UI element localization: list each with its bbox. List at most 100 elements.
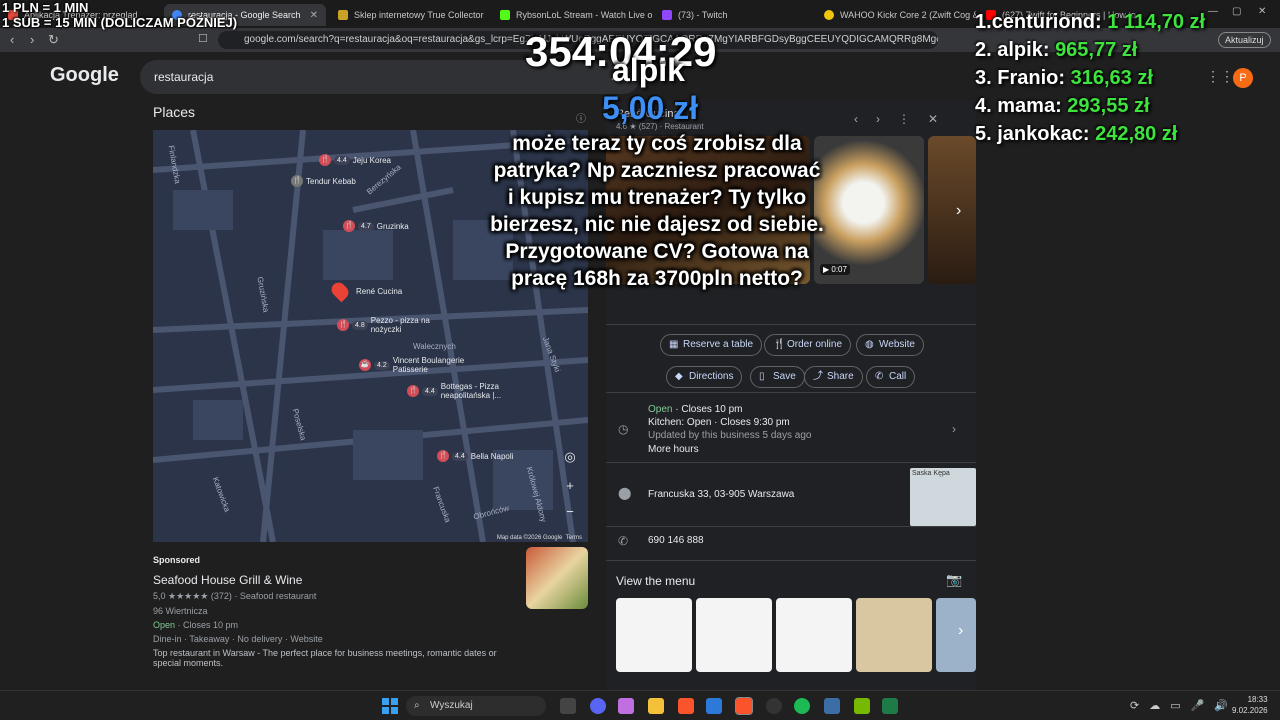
copilot-icon[interactable]	[618, 698, 634, 714]
back-icon[interactable]: ‹	[10, 32, 14, 47]
website-button[interactable]: ◍ Website	[856, 334, 924, 356]
volume-icon[interactable]: 🔊	[1214, 699, 1228, 712]
map-place-pezzo[interactable]: 🍴 4.8 Pezzo - pizza na nożyczki	[337, 316, 451, 334]
menu-photo[interactable]	[696, 598, 772, 672]
map-place-bottegas[interactable]: 🍴 4.4 Bottegas - Pizza neapolitańska |...	[407, 382, 531, 400]
task-view-icon[interactable]	[560, 698, 576, 714]
terms-link[interactable]: Terms	[566, 535, 582, 541]
tray-display-icon[interactable]: ▭	[1170, 699, 1180, 712]
brave-icon[interactable]	[678, 698, 694, 714]
info-icon[interactable]: ⓘ	[576, 110, 586, 125]
file-explorer-icon[interactable]	[648, 698, 664, 714]
menu-photo[interactable]	[856, 598, 932, 672]
place-phone[interactable]: 690 146 888	[648, 535, 704, 546]
zoom-in-button[interactable]: +	[562, 478, 578, 494]
reserve-table-button[interactable]: ▦ Reserve a table	[660, 334, 763, 356]
donation-leaderboard: 1.centuriond: 1 114,70 zł 2. alpik: 965,…	[975, 8, 1205, 148]
expand-hours-icon[interactable]: ›	[952, 422, 956, 436]
taskbar-clock[interactable]: 18:33 9.02.2026	[1232, 694, 1268, 716]
taskbar-search[interactable]: ⌕ Wyszukaj	[406, 696, 546, 716]
zoom-out-button[interactable]: −	[562, 504, 578, 520]
next-icon[interactable]: ›	[876, 112, 880, 126]
microphone-icon[interactable]: 🎤	[1191, 699, 1205, 712]
prev-icon[interactable]: ‹	[854, 112, 858, 126]
tab-twitch[interactable]: (73) - Twitch	[654, 4, 814, 26]
next-menu-icon[interactable]: ›	[958, 622, 963, 640]
places-heading: Places	[153, 104, 196, 120]
clock-icon: ◷	[618, 422, 629, 436]
tab-kick-stream[interactable]: RybsonLoL Stream - Watch Live on K	[492, 4, 652, 26]
kick-favicon-icon	[500, 10, 510, 20]
share-button[interactable]: ⤴ Share	[804, 366, 863, 388]
store-icon[interactable]	[706, 698, 722, 714]
my-location-icon[interactable]: ◎	[562, 449, 578, 465]
more-hours-link[interactable]: More hours	[648, 444, 699, 455]
photo-thumbnail[interactable]	[928, 136, 976, 284]
map-place-gruzinka[interactable]: 🍴 4.7 Gruzinka	[343, 220, 409, 232]
map-place-vincent[interactable]: ☕ 4.2 Vincent Boulangerie Patisserie	[359, 356, 483, 374]
divider	[606, 560, 976, 561]
food-video-thumbnail[interactable]	[814, 136, 924, 284]
google-apps-icon[interactable]: ⋮⋮	[1206, 68, 1234, 85]
minimize-icon[interactable]: —	[1208, 6, 1218, 17]
map-place-jeju-korea[interactable]: 🍴 4.4 Jeju Korea	[319, 154, 391, 166]
call-button[interactable]: ✆ Call	[866, 366, 916, 388]
save-button[interactable]: ▯ Save	[750, 366, 805, 388]
directions-button[interactable]: ◆ Directions	[666, 366, 743, 388]
google-logo[interactable]: Google	[50, 64, 119, 87]
menu-photo[interactable]	[936, 598, 976, 672]
avatar[interactable]: P	[1233, 68, 1253, 88]
map-attribution: Map data ©2026 Google Terms	[496, 535, 582, 541]
forward-icon[interactable]: ›	[30, 32, 34, 47]
reload-icon[interactable]: ↻	[48, 32, 59, 48]
more-options-icon[interactable]: ⋮	[898, 112, 910, 126]
discord-icon[interactable]	[590, 698, 606, 714]
close-window-icon[interactable]: ✕	[1258, 6, 1266, 17]
leaderboard-row: 4. mama: 293,55 zł	[975, 95, 1150, 117]
tab-true-collector[interactable]: Sklep internetowy True Collector	[330, 4, 490, 26]
divider	[606, 392, 976, 393]
add-photo-icon[interactable]: 📷	[946, 572, 962, 588]
tab-favicon-icon	[338, 10, 348, 20]
update-button[interactable]: Aktualizuj	[1218, 32, 1271, 48]
sponsored-address: 96 Wiertnicza	[153, 606, 208, 616]
mini-map[interactable]: Saska Kępa	[910, 468, 976, 526]
next-photo-icon[interactable]: ›	[956, 202, 961, 220]
close-tab-icon[interactable]: ✕	[310, 10, 318, 21]
windows-start-icon[interactable]	[382, 698, 398, 714]
divider	[606, 324, 976, 325]
close-panel-icon[interactable]: ✕	[928, 112, 938, 126]
order-online-button[interactable]: 🍴 Order online	[764, 334, 852, 356]
place-address[interactable]: Francuska 33, 03-905 Warszawa	[648, 489, 794, 500]
tab-favicon-icon	[824, 10, 834, 20]
spotify-icon[interactable]	[794, 698, 810, 714]
donation-donor: alpik	[612, 52, 685, 88]
brave-active-icon[interactable]	[735, 697, 753, 715]
cafe-pin-icon: ☕	[359, 359, 371, 371]
menu-photo[interactable]	[616, 598, 692, 672]
map-place-tendur-kebab[interactable]: 🍴 Tendur Kebab	[291, 175, 356, 187]
map-place-bella-napoli[interactable]: 🍴 4.4 Bella Napoli	[437, 450, 513, 462]
tray-cloud-icon[interactable]: ☁	[1149, 699, 1160, 712]
stream-rules-overlay: 1 PLN = 1 MIN 1 SUB = 15 MIN (DOLICZAM P…	[2, 0, 238, 30]
obs-icon[interactable]	[766, 698, 782, 714]
restaurant-pin-icon: 🍴	[319, 154, 331, 166]
divider	[606, 526, 976, 527]
bookmark-icon[interactable]: ☐	[198, 32, 208, 45]
sponsored-result[interactable]: Sponsored Seafood House Grill & Wine 5,0…	[153, 547, 593, 668]
maximize-icon[interactable]: ▢	[1232, 6, 1241, 17]
nvidia-icon[interactable]	[854, 698, 870, 714]
restaurant-pin-icon: 🍴	[337, 319, 349, 331]
leaderboard-row: 2. alpik: 965,77 zł	[975, 39, 1138, 61]
tab-wahoo[interactable]: WAHOO Kickr Core 2 (Zwift Cog & C	[816, 4, 976, 26]
tray-sync-icon[interactable]: ⟳	[1130, 699, 1139, 712]
globe-icon: ◍	[865, 339, 874, 350]
donation-amount: 5,00 zł	[602, 90, 699, 126]
hours-updated: Updated by this business 5 days ago	[648, 430, 812, 441]
app-icon[interactable]	[882, 698, 898, 714]
menu-photo[interactable]	[776, 598, 852, 672]
map-place-rene-cucina[interactable]: René Cucina	[328, 279, 402, 303]
app-icon[interactable]	[824, 698, 840, 714]
sponsored-photo[interactable]	[526, 547, 588, 609]
restaurant-pin-icon: 🍴	[343, 220, 355, 232]
